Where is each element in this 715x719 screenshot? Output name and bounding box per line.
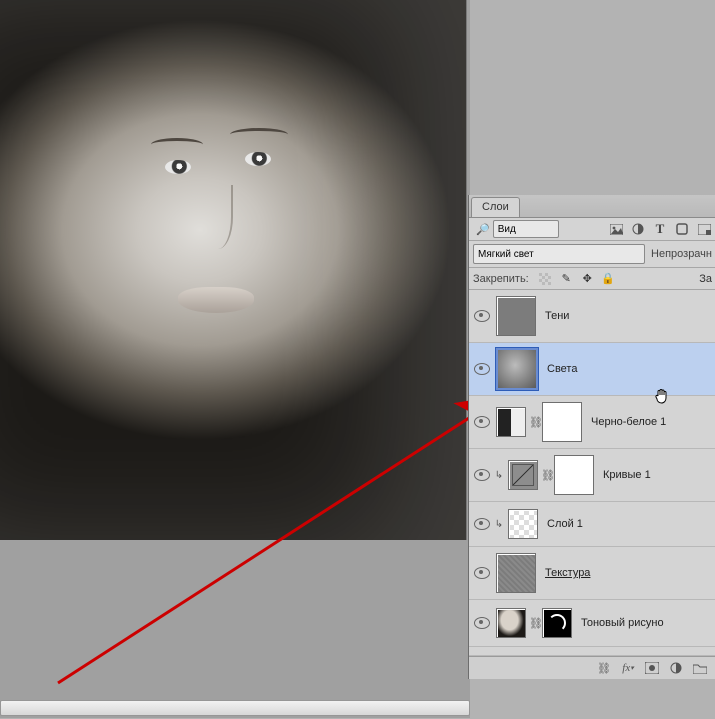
lock-row: Закрепить: ✎ ✥ 🔒 За: [469, 268, 715, 290]
adjust-icon[interactable]: [630, 221, 646, 237]
layer-row[interactable]: ↳ Слой 1: [469, 502, 715, 547]
link-icon[interactable]: ⛓: [594, 660, 614, 676]
layer-row[interactable]: ⛓ Черно-белое 1: [469, 396, 715, 449]
layer-thumbnail[interactable]: [496, 348, 538, 390]
layer-row[interactable]: Света: [469, 343, 715, 396]
lock-position-icon[interactable]: ✥: [580, 271, 595, 286]
filter-row: 🔎 Вид T: [469, 218, 715, 241]
canvas-area[interactable]: [0, 0, 470, 718]
portrait-detail: [203, 185, 233, 249]
visibility-icon[interactable]: [474, 567, 490, 579]
visibility-icon[interactable]: [474, 310, 490, 322]
visibility-icon[interactable]: [474, 617, 490, 629]
layer-name[interactable]: Черно-белое 1: [591, 416, 666, 428]
image-icon[interactable]: [608, 221, 624, 237]
layer-row[interactable]: ↳ ⛓ Кривые 1: [469, 449, 715, 502]
panel-footer: ⛓ fx▾: [469, 656, 715, 679]
layer-row[interactable]: Тени: [469, 290, 715, 343]
portrait-detail: [245, 152, 271, 166]
layer-name[interactable]: Текстура: [545, 567, 590, 579]
mask-link-icon[interactable]: ⛓: [541, 469, 551, 482]
layer-thumbnail[interactable]: [496, 296, 536, 336]
visibility-icon[interactable]: [474, 469, 490, 481]
blend-row: Мягкий свет Непрозрачн: [469, 241, 715, 268]
adjustment-icon[interactable]: [496, 407, 526, 437]
portrait-detail: [151, 138, 203, 151]
opacity-label: Непрозрачн: [651, 248, 712, 260]
layer-name[interactable]: Кривые 1: [603, 469, 651, 481]
layers-panel: Слои 🔎 Вид T Мягкий свет Непрозрачн Закр…: [468, 195, 715, 679]
blend-mode-select[interactable]: Мягкий свет: [473, 244, 645, 264]
layer-thumbnail[interactable]: [508, 509, 538, 539]
lock-transparent-icon[interactable]: [538, 271, 553, 286]
adjustment-icon[interactable]: [508, 460, 538, 490]
fx-icon[interactable]: fx▾: [618, 660, 638, 676]
lock-pixels-icon[interactable]: ✎: [559, 271, 574, 286]
visibility-icon[interactable]: [474, 416, 490, 428]
visibility-icon[interactable]: [474, 518, 490, 530]
layer-name[interactable]: Тоновый рисуно: [581, 617, 664, 629]
layer-thumbnail[interactable]: [496, 553, 536, 593]
mask-link-icon[interactable]: ⛓: [529, 416, 539, 429]
panel-tabbar: Слои: [469, 195, 715, 218]
layer-name[interactable]: Тени: [545, 310, 569, 322]
lock-label: Закрепить:: [473, 273, 529, 285]
clip-icon: ↳: [493, 519, 505, 530]
layer-name[interactable]: Света: [547, 363, 577, 375]
layer-thumbnail[interactable]: [496, 608, 526, 638]
group-icon[interactable]: [690, 660, 710, 676]
layer-row[interactable]: Текстура: [469, 547, 715, 600]
fill-label: За: [699, 273, 712, 285]
layer-row[interactable]: ⛓ Тоновый рисуно: [469, 600, 715, 647]
layer-name[interactable]: Слой 1: [547, 518, 583, 530]
document-image[interactable]: [0, 0, 467, 540]
clip-icon: ↳: [493, 470, 505, 481]
smart-icon[interactable]: [696, 221, 712, 237]
filter-kind-select[interactable]: Вид: [493, 220, 559, 238]
shape-icon[interactable]: [674, 221, 690, 237]
visibility-icon[interactable]: [474, 363, 490, 375]
portrait-detail: [230, 128, 288, 141]
portrait-detail: [178, 287, 254, 313]
mask-thumbnail[interactable]: [542, 608, 572, 638]
status-strip: [0, 700, 470, 716]
tab-layers[interactable]: Слои: [471, 197, 520, 217]
mask-link-icon[interactable]: ⛓: [529, 617, 539, 630]
mask-icon[interactable]: [642, 660, 662, 676]
type-icon[interactable]: T: [652, 221, 668, 237]
portrait-detail: [165, 160, 191, 174]
layers-list: Тени Света ⛓ Черно-белое 1 ↳ ⛓ Крив: [469, 290, 715, 656]
stage: Слои 🔎 Вид T Мягкий свет Непрозрачн Закр…: [0, 0, 715, 719]
mask-thumbnail[interactable]: [554, 455, 594, 495]
lock-all-icon[interactable]: 🔒: [601, 271, 616, 286]
adjust-circle-icon[interactable]: [666, 660, 686, 676]
mask-thumbnail[interactable]: [542, 402, 582, 442]
